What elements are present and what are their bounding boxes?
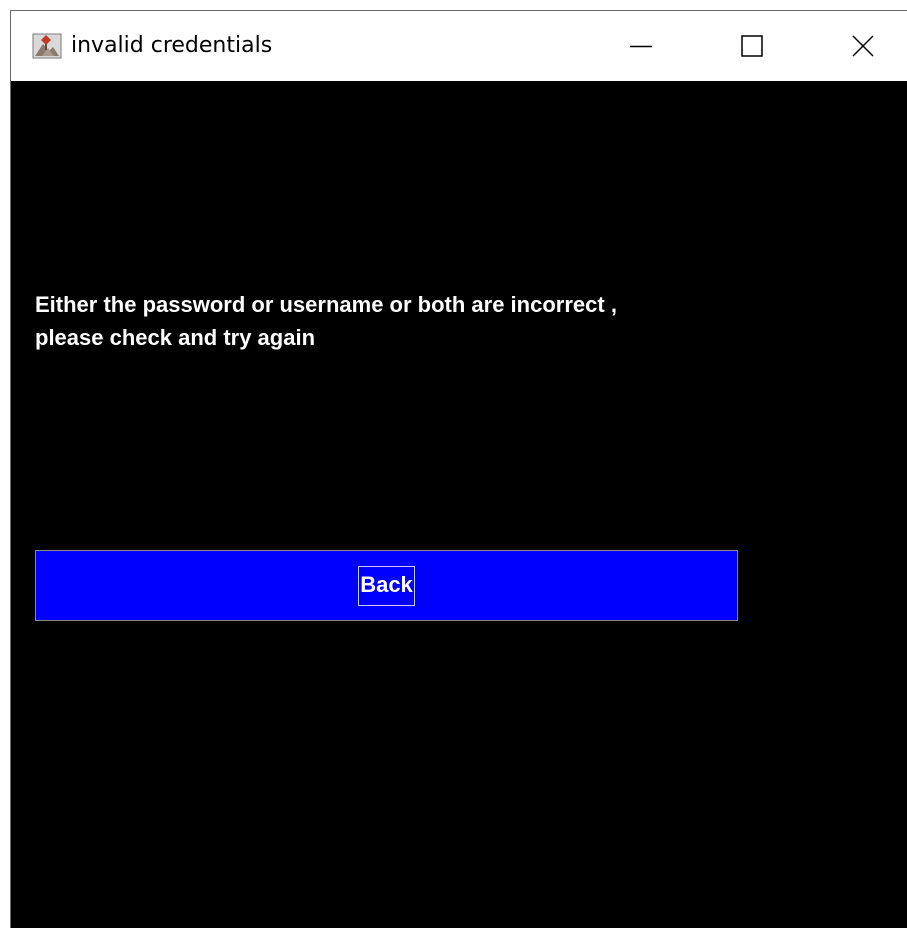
minimize-button[interactable] xyxy=(595,11,687,81)
close-button[interactable] xyxy=(817,11,907,81)
maximize-button[interactable] xyxy=(706,11,798,81)
error-message: Either the password or username or both … xyxy=(35,292,617,350)
maximize-icon xyxy=(741,35,763,57)
content-panel: Either the password or username or both … xyxy=(11,81,907,928)
back-button[interactable]: Back xyxy=(35,550,738,621)
app-window: invalid credentials Either the password … xyxy=(10,10,907,928)
window-title: invalid credentials xyxy=(71,33,273,58)
back-button-label: Back xyxy=(358,565,415,606)
java-app-icon xyxy=(32,33,62,59)
title-bar[interactable]: invalid credentials xyxy=(11,11,907,81)
minimize-icon xyxy=(630,45,652,48)
close-icon xyxy=(852,35,874,57)
